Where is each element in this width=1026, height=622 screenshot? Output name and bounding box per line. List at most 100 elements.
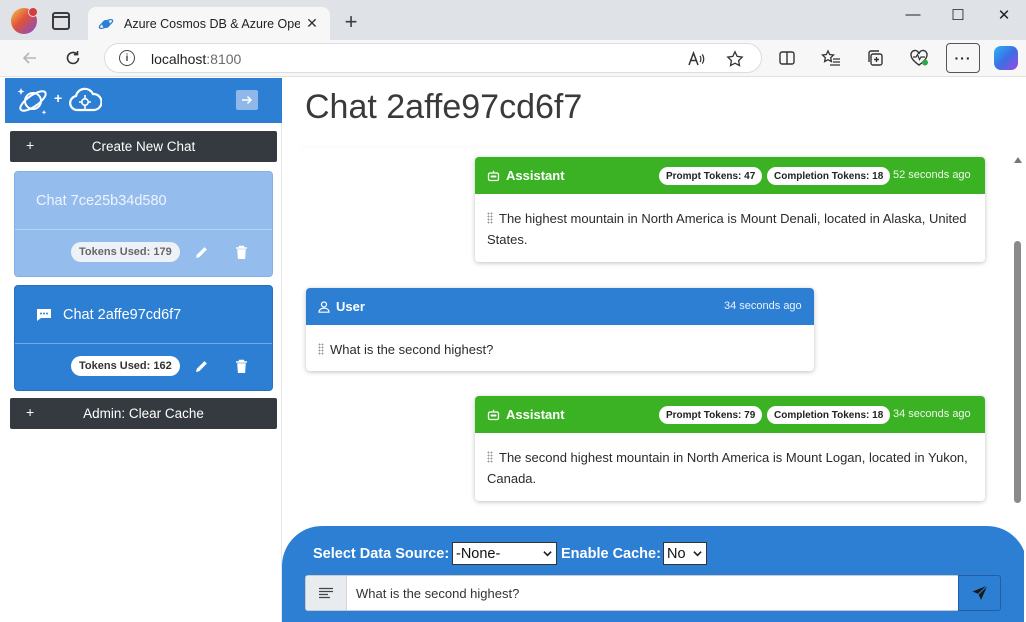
completion-tokens-badge: Completion Tokens: 18 — [767, 406, 891, 424]
read-aloud-icon[interactable] — [686, 49, 706, 69]
copilot-icon[interactable] — [994, 46, 1018, 70]
page-title: Chat 2affe97cd6f7 — [305, 88, 583, 126]
address-bar[interactable]: i localhost:8100 — [104, 43, 762, 73]
back-arrow-icon[interactable] — [19, 47, 41, 69]
role-label: Assistant — [506, 407, 565, 422]
data-source-label: Select Data Source: — [313, 546, 450, 562]
chat-session-card-active[interactable]: Chat 2affe97cd6f7 Tokens Used: 162 — [14, 285, 273, 391]
edit-pencil-icon[interactable] — [192, 357, 210, 375]
tab-actions-icon[interactable] — [52, 12, 70, 30]
enable-cache-label: Enable Cache: — [561, 546, 661, 562]
app-page: + + Create New Chat Chat 7ce25b34d580 To… — [5, 78, 1024, 622]
role-label: Assistant — [506, 168, 565, 183]
browser-toolbar: i localhost:8100 ··· — [0, 40, 1026, 77]
chat-session-footer: Tokens Used: 162 — [15, 343, 272, 392]
robot-icon — [487, 409, 500, 420]
enable-cache-select[interactable]: No — [663, 542, 707, 565]
send-paper-plane-icon — [972, 585, 988, 600]
message-role: Assistant — [487, 168, 565, 183]
drag-grip-icon — [487, 451, 493, 463]
sidebar: + + Create New Chat Chat 7ce25b34d580 To… — [5, 78, 282, 622]
edit-pencil-icon[interactable] — [192, 243, 210, 261]
browser-titlebar: Azure Cosmos DB & Azure Open ✕ + — ☐ ✕ — [0, 0, 1026, 40]
new-tab-button[interactable]: + — [340, 9, 362, 35]
prompt-tokens-badge: Prompt Tokens: 47 — [659, 167, 763, 185]
user-message: User 34 seconds ago What is the second h… — [306, 288, 814, 371]
message-role: User — [318, 299, 365, 314]
chat-session-name: Chat 2affe97cd6f7 — [63, 306, 182, 323]
heading-divider — [300, 144, 990, 145]
enable-cache-value: No — [667, 545, 686, 562]
assistant-message: Assistant Prompt Tokens: 47 Completion T… — [475, 157, 985, 262]
prompt-input[interactable]: What is the second highest? — [356, 586, 519, 601]
chat-session-card[interactable]: Chat 7ce25b34d580 Tokens Used: 179 — [14, 171, 273, 277]
tokens-used-badge: Tokens Used: 162 — [71, 356, 180, 376]
text-lines-icon — [306, 576, 347, 610]
assistant-message: Assistant Prompt Tokens: 79 Completion T… — [475, 396, 985, 501]
prompt-tokens-badge: Prompt Tokens: 79 — [659, 406, 763, 424]
scroll-up-arrow-icon[interactable] — [1014, 157, 1022, 163]
delete-trash-icon[interactable] — [232, 357, 250, 375]
role-label: User — [336, 299, 365, 314]
close-window-button[interactable]: ✕ — [994, 6, 1014, 24]
tab-close-icon[interactable]: ✕ — [304, 15, 320, 32]
create-new-chat-label: Create New Chat — [91, 139, 196, 154]
chat-session-name: Chat 7ce25b34d580 — [36, 192, 167, 209]
browser-essentials-icon[interactable] — [908, 47, 930, 69]
user-icon — [318, 300, 330, 313]
message-role: Assistant — [487, 407, 565, 422]
sidebar-header: + — [5, 78, 282, 123]
split-screen-icon[interactable] — [776, 47, 798, 69]
collections-icon[interactable] — [864, 47, 886, 69]
admin-clear-cache-button[interactable]: + Admin: Clear Cache — [10, 398, 277, 429]
favorites-list-icon[interactable] — [820, 47, 842, 69]
message-time: 34 seconds ago — [893, 408, 971, 420]
admin-clear-cache-label: Admin: Clear Cache — [83, 406, 204, 421]
data-source-select[interactable]: -None- — [452, 542, 557, 565]
message-body: The highest mountain in North America is… — [475, 194, 985, 250]
chat-session-title: Chat 2affe97cd6f7 — [15, 286, 272, 343]
message-body: What is the second highest? — [306, 325, 814, 360]
plus-icon: + — [26, 137, 35, 153]
send-button[interactable] — [958, 575, 1001, 611]
plus-icon: + — [54, 90, 63, 106]
browser-tab-title: Azure Cosmos DB & Azure Open — [124, 16, 300, 31]
message-text: The highest mountain in North America is… — [487, 211, 967, 247]
favorite-star-icon[interactable] — [725, 49, 745, 69]
chat-bubble-icon — [36, 308, 52, 322]
chat-input-panel: Select Data Source: -None- Enable Cache:… — [282, 526, 1024, 622]
minimize-button[interactable]: — — [903, 6, 923, 23]
message-time: 52 seconds ago — [893, 169, 971, 181]
tokens-used-badge: Tokens Used: 179 — [71, 242, 180, 262]
chevron-down-icon — [693, 551, 702, 557]
message-header: Assistant Prompt Tokens: 79 Completion T… — [475, 396, 985, 433]
create-new-chat-button[interactable]: + Create New Chat — [10, 131, 277, 162]
robot-icon — [487, 170, 500, 181]
settings-more-button[interactable]: ··· — [946, 43, 980, 73]
prompt-input-group: What is the second highest? — [305, 575, 1001, 611]
message-time: 34 seconds ago — [724, 300, 802, 312]
chevron-down-icon — [543, 551, 552, 557]
data-source-value: -None- — [456, 545, 501, 562]
completion-tokens-badge: Completion Tokens: 18 — [767, 167, 891, 185]
url-host-text: localhost — [151, 51, 207, 67]
delete-trash-icon[interactable] — [232, 243, 250, 261]
browser-tab-active[interactable]: Azure Cosmos DB & Azure Open ✕ — [88, 7, 330, 40]
cosmos-logo-icon — [16, 84, 50, 123]
message-text: What is the second highest? — [330, 342, 494, 357]
profile-avatar[interactable] — [11, 7, 38, 34]
refresh-icon[interactable] — [62, 47, 84, 69]
plus-icon: + — [26, 404, 35, 420]
message-body: The second highest mountain in North Ame… — [475, 433, 985, 489]
site-info-icon[interactable]: i — [119, 50, 135, 66]
openai-cloud-logo-icon — [68, 86, 103, 119]
collapse-sidebar-button[interactable] — [236, 90, 258, 110]
scrollbar-thumb[interactable] — [1014, 241, 1021, 503]
chat-session-footer: Tokens Used: 179 — [15, 229, 272, 278]
drag-grip-icon — [487, 212, 493, 224]
cosmos-favicon-icon — [98, 16, 114, 32]
arrow-right-icon — [242, 95, 253, 105]
message-header: User 34 seconds ago — [306, 288, 814, 325]
address-url[interactable]: localhost:8100 — [151, 51, 241, 67]
maximize-button[interactable]: ☐ — [948, 6, 968, 24]
